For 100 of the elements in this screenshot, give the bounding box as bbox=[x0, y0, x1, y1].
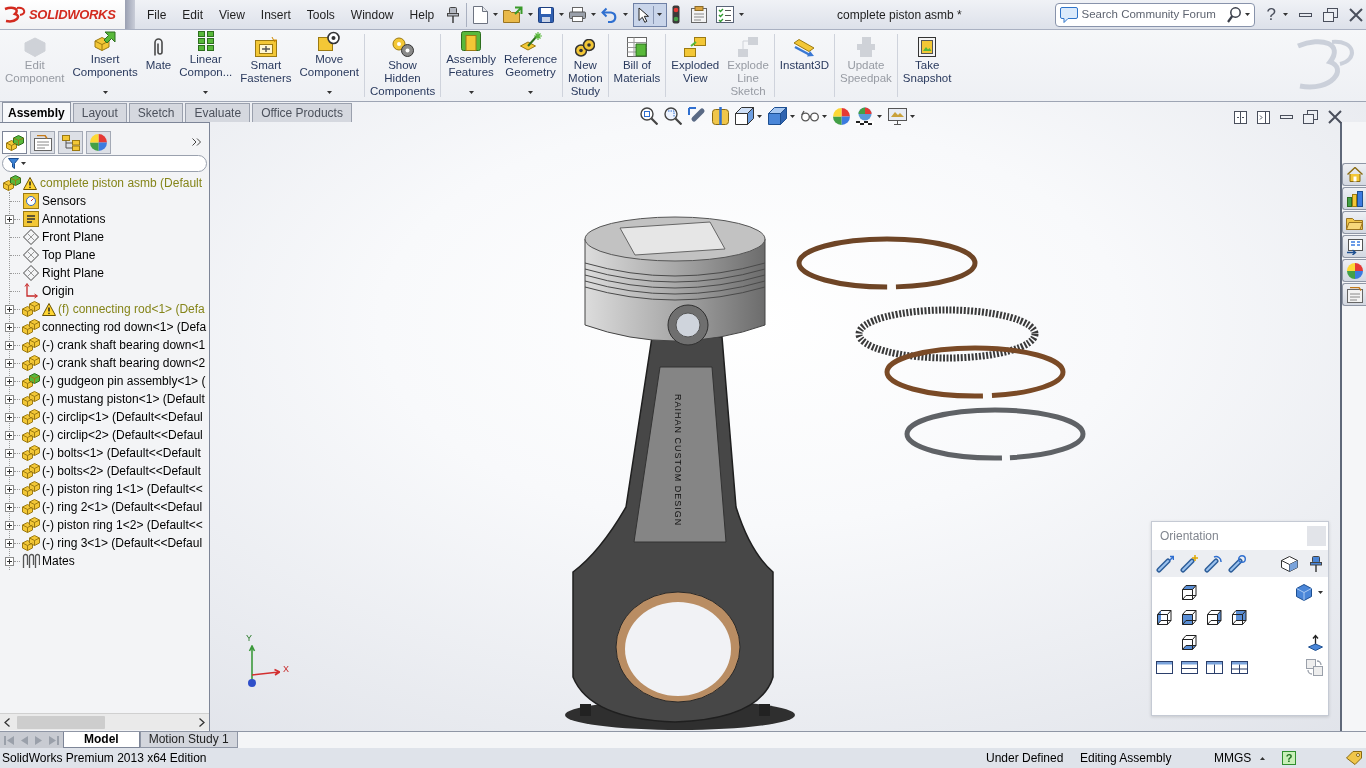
caret-down-icon[interactable] bbox=[822, 114, 827, 118]
tree-item[interactable]: (-) crank shaft bearing down<2 bbox=[42, 354, 206, 372]
filter-field[interactable] bbox=[2, 155, 207, 172]
traffic-light-icon[interactable] bbox=[672, 5, 681, 24]
toolbar-button[interactable]: Take Snapshot bbox=[898, 30, 956, 100]
scrollbar-thumb[interactable] bbox=[17, 715, 105, 729]
glasses-icon[interactable] bbox=[801, 110, 819, 122]
two-view-vertical-icon[interactable] bbox=[1206, 661, 1223, 674]
caret-down-icon[interactable] bbox=[559, 13, 565, 16]
expand-icon[interactable] bbox=[5, 376, 14, 386]
toolbar-button[interactable]: Assembly Features bbox=[442, 30, 500, 100]
tab[interactable]: Motion Study 1 bbox=[139, 732, 238, 748]
tree-item[interactable]: (-) bolts<2> (Default<<Default bbox=[42, 462, 201, 480]
expand-icon[interactable] bbox=[5, 466, 14, 476]
expand-icon[interactable] bbox=[5, 412, 14, 422]
expand-icon[interactable] bbox=[5, 304, 14, 314]
expand-icon[interactable] bbox=[5, 394, 14, 404]
tree-item[interactable]: (-) piston ring 1<2> (Default<< bbox=[42, 516, 203, 534]
checklist-icon[interactable] bbox=[716, 6, 735, 23]
close-icon[interactable] bbox=[1328, 110, 1342, 124]
cube-view-icon[interactable] bbox=[1181, 584, 1198, 601]
toolbar-button[interactable]: Mate bbox=[141, 30, 176, 100]
menu-item[interactable]: File bbox=[139, 3, 175, 26]
minimize-icon[interactable] bbox=[1299, 12, 1312, 17]
tree-item[interactable]: (-) gudgeon pin assembly<1> ( bbox=[42, 372, 206, 390]
caret-down-icon[interactable] bbox=[528, 13, 534, 16]
toolbar-button[interactable]: New Motion Study bbox=[564, 30, 607, 100]
panel-tab[interactable] bbox=[2, 131, 27, 154]
camera-cycle-icon[interactable] bbox=[1228, 554, 1246, 573]
task-pane-tab[interactable] bbox=[1342, 235, 1366, 258]
caret-down-icon[interactable] bbox=[1283, 13, 1288, 16]
task-pane-tab[interactable] bbox=[1342, 283, 1366, 306]
tree-item[interactable]: Origin bbox=[42, 282, 74, 300]
menu-item[interactable]: Edit bbox=[174, 3, 212, 26]
expand-icon[interactable] bbox=[5, 484, 14, 494]
pushpin-icon[interactable] bbox=[1310, 555, 1322, 572]
undo-icon[interactable] bbox=[601, 6, 619, 23]
expand-icon[interactable] bbox=[5, 556, 14, 566]
zoom-fit-icon[interactable] bbox=[640, 107, 658, 125]
restore-icon[interactable] bbox=[1323, 7, 1338, 22]
toolbar-button[interactable]: Insert Components bbox=[68, 30, 142, 100]
save-icon[interactable] bbox=[538, 6, 555, 23]
tag-icon[interactable] bbox=[1346, 751, 1362, 765]
expand-icon[interactable] bbox=[5, 538, 14, 548]
toolbar-button[interactable]: Linear Compon... bbox=[175, 30, 237, 100]
pushpin-icon[interactable] bbox=[447, 6, 460, 23]
tab[interactable]: Model bbox=[63, 732, 140, 748]
expand-icon[interactable] bbox=[5, 448, 14, 458]
task-pane-tab[interactable] bbox=[1342, 187, 1366, 210]
tree-item[interactable]: (-) circlip<1> (Default<<Defaul bbox=[42, 408, 203, 426]
single-view-icon[interactable] bbox=[1156, 661, 1173, 674]
tree-item[interactable]: Annotations bbox=[42, 210, 106, 228]
toolbar-button[interactable]: Reference Geometry bbox=[500, 30, 562, 100]
search-icon[interactable] bbox=[1226, 6, 1241, 23]
tree-item[interactable]: (-) ring 3<1> (Default<<Defaul bbox=[42, 534, 203, 552]
help-button[interactable]: ? bbox=[1282, 751, 1296, 765]
camera-arrow-icon[interactable] bbox=[1156, 554, 1174, 573]
split-vertical-icon[interactable] bbox=[1234, 110, 1247, 124]
expand-icon[interactable] bbox=[5, 430, 14, 440]
tab[interactable]: Evaluate bbox=[185, 103, 251, 122]
tree-item[interactable]: complete piston asmb (Default bbox=[40, 174, 203, 192]
units-selector[interactable]: MMGS bbox=[1214, 749, 1258, 767]
shaded-cube-icon[interactable] bbox=[768, 107, 787, 125]
tree-item[interactable]: (f) connecting rod<1> (Defa bbox=[58, 300, 205, 318]
view-arrow-icon[interactable] bbox=[688, 107, 706, 125]
arrow-plane-icon[interactable] bbox=[1308, 634, 1323, 651]
minimize-icon[interactable] bbox=[1280, 115, 1293, 119]
printer-icon[interactable] bbox=[569, 7, 587, 22]
tree-item[interactable]: connecting rod down<1> (Defa bbox=[42, 318, 207, 336]
caret-down-icon[interactable] bbox=[790, 114, 795, 118]
toolbar-button[interactable]: Instant3D bbox=[775, 30, 834, 100]
chevrons-right-icon[interactable] bbox=[192, 138, 201, 146]
expand-icon[interactable] bbox=[5, 520, 14, 530]
menu-item[interactable]: Help bbox=[401, 3, 443, 26]
expand-icon[interactable] bbox=[5, 340, 14, 350]
cube-view-icon[interactable] bbox=[1231, 609, 1248, 626]
cube-view-icon[interactable] bbox=[1181, 634, 1198, 651]
menu-item[interactable]: Window bbox=[342, 3, 402, 26]
search-box[interactable]: Search Community Forum bbox=[1054, 2, 1255, 27]
cube-icon[interactable] bbox=[1296, 584, 1312, 601]
tab[interactable]: Office Products bbox=[252, 103, 352, 122]
tree-item[interactable]: Right Plane bbox=[42, 264, 105, 282]
toolbar-button[interactable]: Show Hidden Components bbox=[365, 30, 440, 100]
toolbar-button[interactable]: Bill of Materials bbox=[609, 30, 665, 100]
tab[interactable]: Layout bbox=[72, 103, 127, 122]
menu-item[interactable]: Insert bbox=[252, 3, 299, 26]
expand-icon[interactable] bbox=[5, 502, 14, 512]
tree-item[interactable]: (-) mustang piston<1> (Default bbox=[42, 390, 205, 408]
cube-view-icon[interactable] bbox=[1206, 609, 1223, 626]
cube-icon[interactable] bbox=[735, 107, 754, 125]
caret-up-icon[interactable] bbox=[1260, 756, 1265, 760]
caret-down-icon[interactable] bbox=[493, 13, 499, 16]
linked-views-icon[interactable] bbox=[1306, 659, 1323, 676]
tree-item[interactable]: (-) ring 2<1> (Default<<Defaul bbox=[42, 498, 203, 516]
help-button[interactable]: ? bbox=[1266, 4, 1276, 25]
tree-item[interactable]: Front Plane bbox=[42, 228, 105, 246]
tab[interactable]: Sketch bbox=[128, 103, 184, 122]
tab[interactable]: Assembly bbox=[2, 102, 71, 122]
horizontal-scrollbar[interactable] bbox=[0, 713, 209, 730]
restore-icon[interactable] bbox=[1303, 110, 1318, 124]
